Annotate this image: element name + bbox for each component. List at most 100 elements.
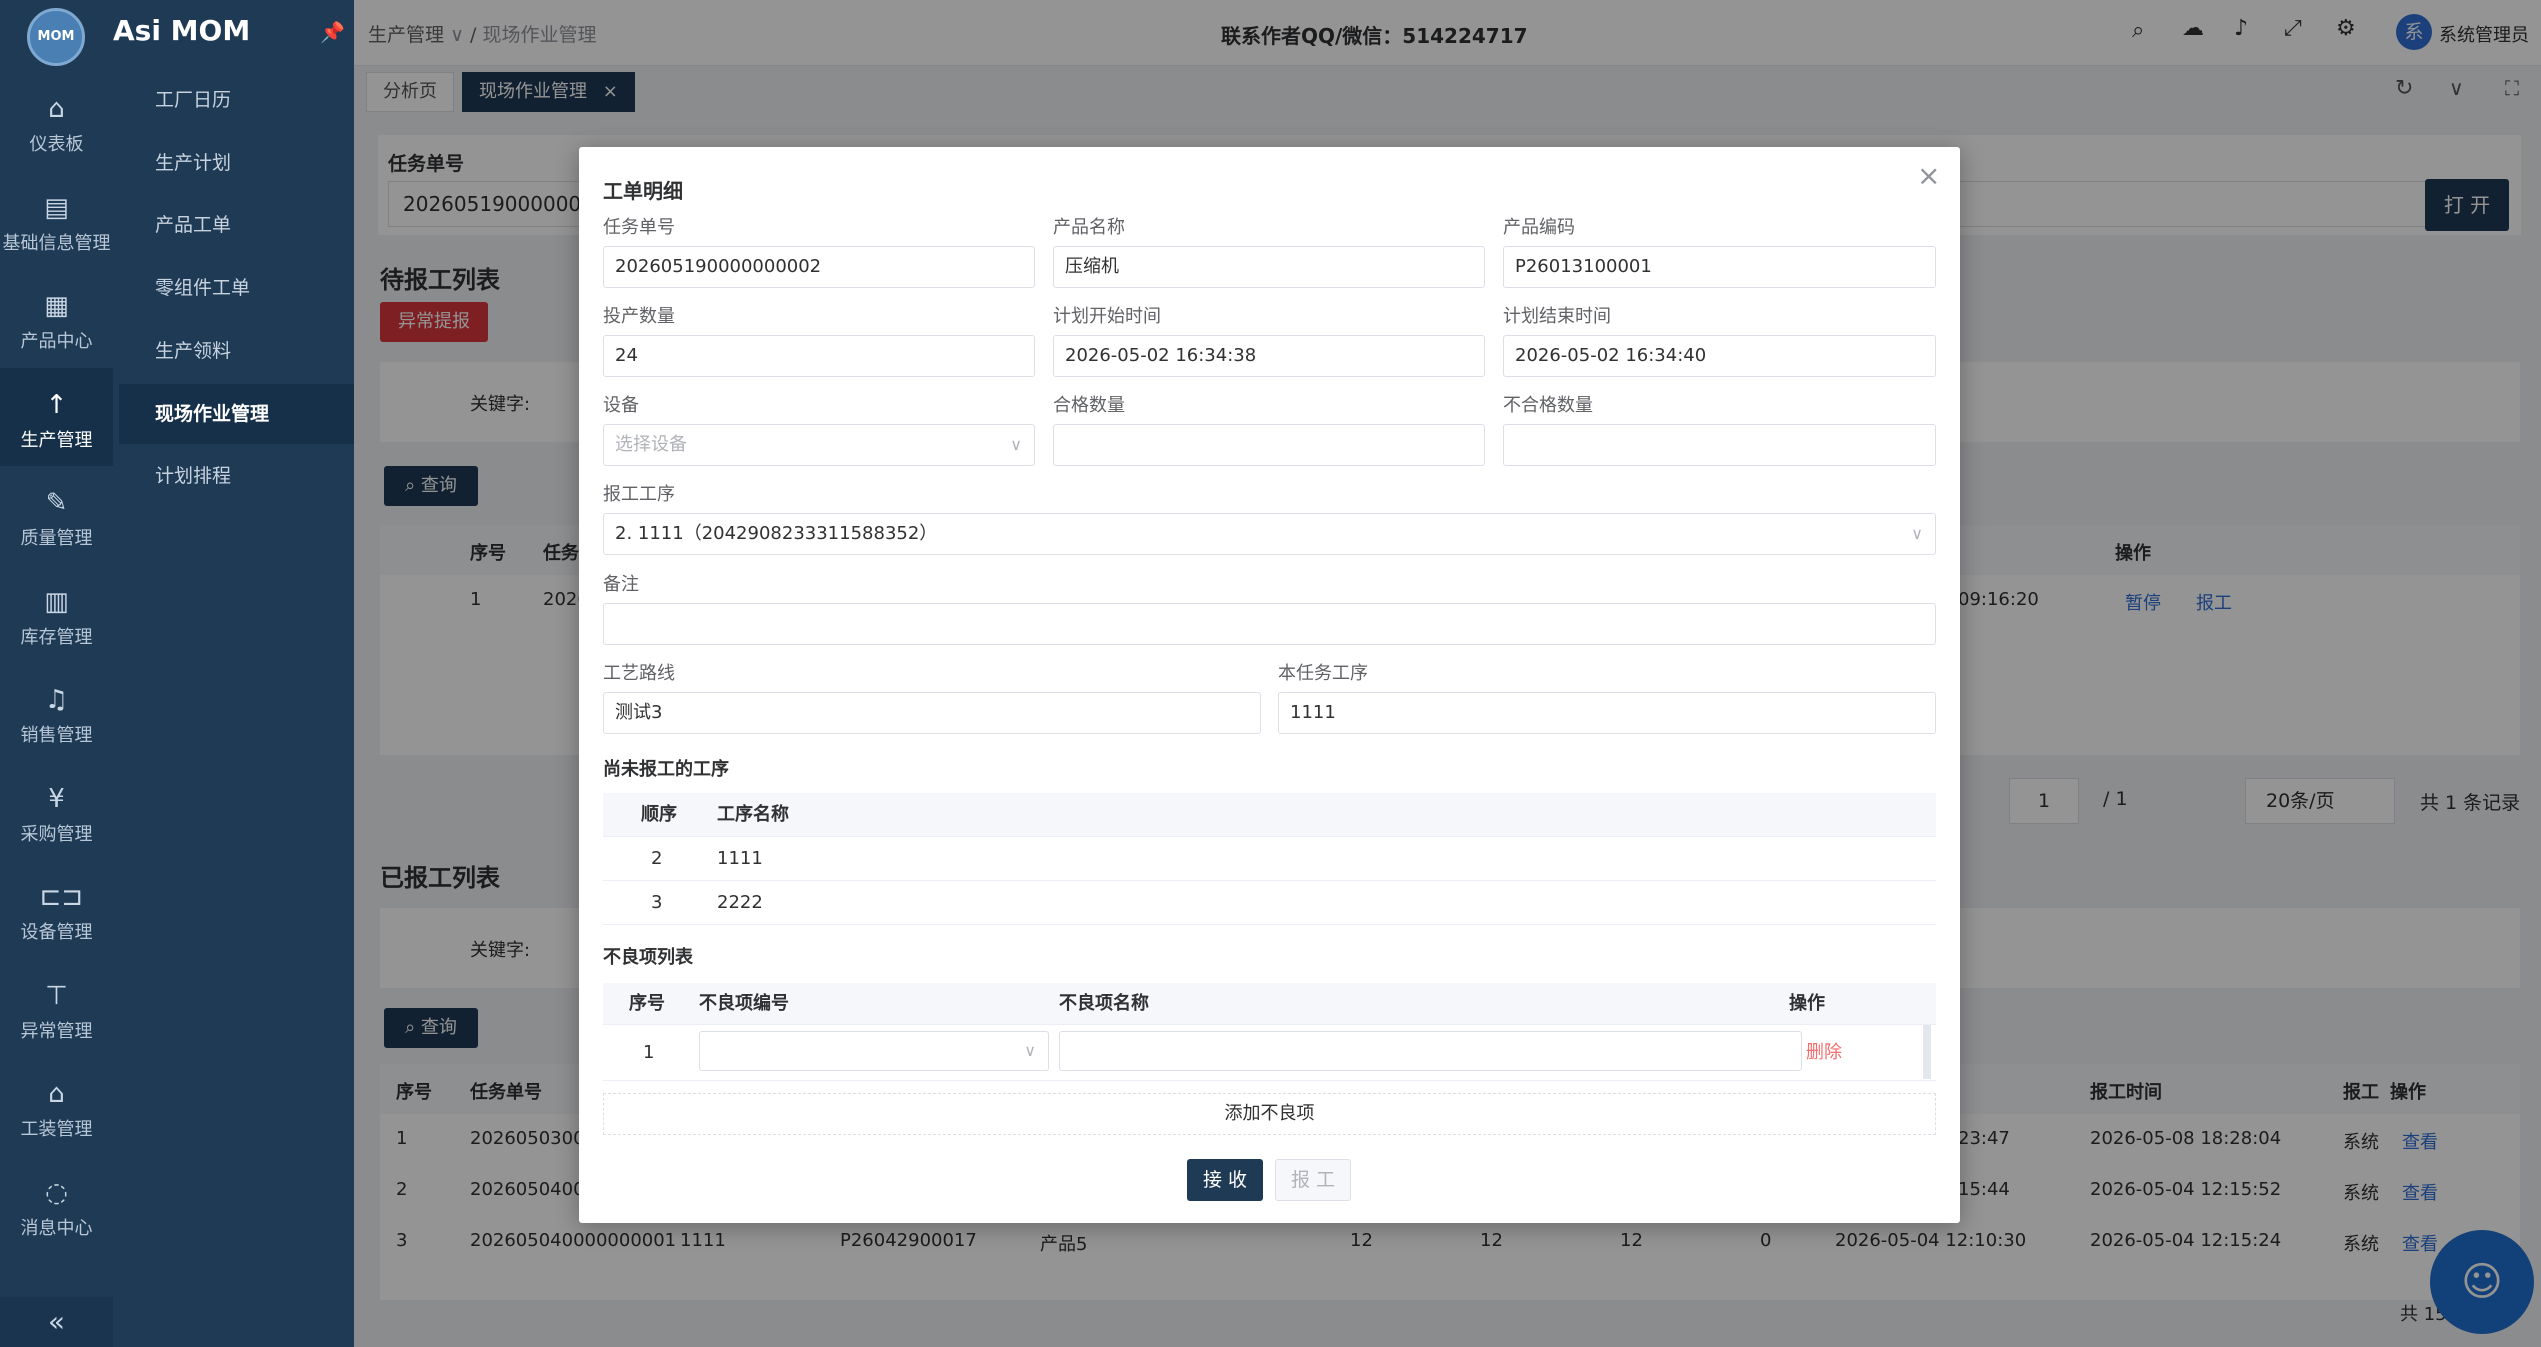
row-seq: 1	[643, 1042, 655, 1063]
rail-item-label: 消息中心	[20, 1217, 93, 1239]
col-defect-code: 不良项编号	[699, 993, 789, 1014]
rail-item-label: 工装管理	[20, 1119, 93, 1140]
unreported-title: 尚未报工的工序	[603, 759, 729, 780]
row-order: 2	[651, 848, 663, 869]
submenu-item[interactable]: 工厂日历	[119, 70, 354, 130]
submenu: Asi MOM 📌 工厂日历 生产计划 产品工单 零组件工单 生产领料 现场作业管理 计划排…	[113, 0, 354, 1347]
product-code-label: 产品编码	[1503, 217, 1575, 238]
rail-item-1[interactable]: ▤ 基础信息管理	[0, 171, 113, 269]
chevron-down-icon: ∨	[1010, 435, 1022, 454]
submenu-item[interactable]: 生产计划	[119, 133, 354, 193]
rail-item-3[interactable]: ↑ 生产管理	[0, 367, 113, 466]
product-name-field[interactable]: 压缩机	[1053, 246, 1485, 288]
qty-label: 投产数量	[603, 306, 675, 327]
rail-item-6[interactable]: ♫ 销售管理	[0, 663, 113, 761]
add-defect-button[interactable]: 添加不良项	[603, 1093, 1936, 1135]
yen-icon: ¥	[48, 783, 65, 814]
list-icon: ▥	[44, 586, 69, 617]
product-code-field[interactable]: P26013100001	[1503, 246, 1936, 288]
report-button[interactable]: 报 工	[1275, 1159, 1351, 1201]
bad-qty-field[interactable]	[1503, 424, 1936, 466]
plan-end-label: 计划结束时间	[1503, 306, 1611, 327]
rail-item-9[interactable]: ⊤ 异常管理	[0, 959, 113, 1057]
table-row: 2 1111	[603, 837, 1936, 881]
link-icon: ⊏⊐	[39, 882, 84, 912]
pin-icon[interactable]: 📌	[320, 20, 345, 44]
task-process-label: 本任务工序	[1278, 663, 1368, 684]
app-name: Asi MOM	[113, 14, 251, 47]
product-name-label: 产品名称	[1053, 217, 1125, 238]
submenu-item[interactable]: 生产领料	[119, 321, 354, 381]
home-icon: ⌂	[48, 94, 65, 124]
rail-item-0[interactable]: ⌂ 仪表板	[0, 72, 113, 170]
defects-title: 不良项列表	[603, 947, 693, 968]
chevron-down-icon: ∨	[1911, 524, 1923, 543]
row-process-name: 2222	[717, 892, 763, 913]
row-process-name: 1111	[717, 848, 763, 869]
process-label: 报工工序	[603, 484, 675, 505]
task-no-field[interactable]: 202605190000000002	[603, 246, 1035, 288]
submenu-item[interactable]: 现场作业管理	[119, 383, 354, 444]
arrow-up-icon: ↑	[45, 389, 68, 420]
table-row: 3 2222	[603, 881, 1936, 925]
rocket-icon: ✎	[45, 488, 68, 518]
plan-end-field[interactable]: 2026-05-02 16:34:40	[1503, 335, 1936, 377]
good-qty-label: 合格数量	[1053, 395, 1125, 416]
submenu-item[interactable]: 零组件工单	[119, 258, 354, 318]
rail-item-label: 库存管理	[20, 626, 93, 648]
qty-field[interactable]: 24	[603, 335, 1035, 377]
col-order: 顺序	[641, 804, 677, 825]
process-select[interactable]: 2. 1111（2042908233311588352） ∨	[603, 513, 1936, 555]
close-icon[interactable]: ×	[1917, 159, 1940, 192]
remark-label: 备注	[603, 574, 639, 595]
col-defect-name: 不良项名称	[1059, 993, 1149, 1014]
rail-item-label: 设备管理	[20, 922, 93, 943]
chat-icon: ◌	[45, 1177, 68, 1208]
defects-header: 序号 不良项编号 不良项名称 操作	[603, 983, 1936, 1025]
rail-item-label: 销售管理	[20, 725, 93, 746]
table-row: 1 ∨ 删除	[603, 1025, 1936, 1081]
collapse-sidebar-button[interactable]: «	[0, 1297, 113, 1347]
rail-item-label: 质量管理	[20, 528, 93, 549]
rail-item-label: 基础信息管理	[2, 232, 111, 254]
col-action: 操作	[1789, 993, 1825, 1014]
scrollbar[interactable]	[1923, 1025, 1931, 1079]
delete-link[interactable]: 删除	[1806, 1025, 1842, 1081]
submenu-item[interactable]: 产品工单	[119, 195, 354, 255]
submenu-item[interactable]: 计划排程	[119, 446, 354, 506]
row-order: 3	[651, 892, 663, 913]
grid-icon: ▦	[44, 291, 69, 321]
rail-item-label: 仪表板	[29, 134, 84, 155]
plan-start-label: 计划开始时间	[1053, 306, 1161, 327]
rail-item-2[interactable]: ▦ 产品中心	[0, 269, 113, 367]
col-seq: 序号	[629, 993, 665, 1014]
app-logo: MOM	[27, 8, 85, 66]
rail-item-label: 采购管理	[20, 823, 93, 845]
task-process-field[interactable]: 1111	[1278, 692, 1936, 734]
bank-icon: ⌂	[48, 1079, 65, 1109]
document-icon: ▤	[44, 192, 69, 223]
rail-item-10[interactable]: ⌂ 工装管理	[0, 1057, 113, 1155]
rail-item-7[interactable]: ¥ 采购管理	[0, 762, 113, 860]
receive-button[interactable]: 接 收	[1187, 1159, 1263, 1201]
defect-code-select[interactable]: ∨	[699, 1031, 1049, 1071]
rail-item-label: 产品中心	[20, 331, 93, 352]
defect-name-field[interactable]	[1059, 1031, 1802, 1071]
tree-icon: ⊤	[45, 980, 68, 1011]
rail-item-label: 生产管理	[20, 429, 93, 451]
device-select[interactable]: 选择设备 ∨	[603, 424, 1035, 466]
route-label: 工艺路线	[603, 663, 675, 684]
rail-item-11[interactable]: ◌ 消息中心	[0, 1156, 113, 1254]
rail-item-5[interactable]: ▥ 库存管理	[0, 565, 113, 663]
route-field[interactable]: 测试3	[603, 692, 1261, 734]
rail-item-4[interactable]: ✎ 质量管理	[0, 466, 113, 564]
left-rail: MOM ⌂ 仪表板 ▤ 基础信息管理 ▦ 产品中心 ↑ 生产管理 ✎ 质量管理 ▥ 库存管理 ♫ 销售管理…	[0, 0, 113, 1347]
good-qty-field[interactable]	[1053, 424, 1485, 466]
col-process-name: 工序名称	[717, 804, 789, 825]
plan-start-field[interactable]: 2026-05-02 16:34:38	[1053, 335, 1485, 377]
rail-item-8[interactable]: ⊏⊐ 设备管理	[0, 860, 113, 958]
rail-item-label: 异常管理	[20, 1020, 93, 1042]
dialog-title: 工单明细	[603, 179, 683, 203]
task-no-label: 任务单号	[603, 217, 675, 238]
remark-field[interactable]	[603, 603, 1936, 645]
